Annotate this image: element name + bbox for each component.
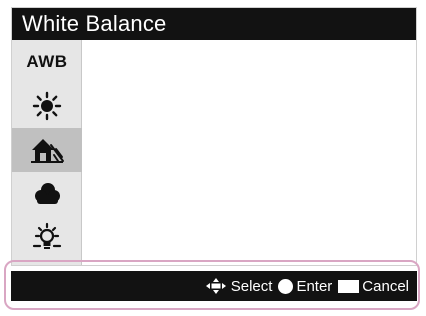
menu-item-shade[interactable] xyxy=(12,128,82,172)
header-bar: White Balance xyxy=(12,8,416,40)
menu-item-cloudy[interactable] xyxy=(12,172,82,216)
four-way-arrow-icon xyxy=(205,278,226,294)
shade-house-icon xyxy=(31,139,64,163)
select-hint-label: Select xyxy=(230,277,273,295)
awb-label: AWB xyxy=(26,52,68,71)
incandescent-bulb-icon xyxy=(32,222,62,249)
menu-item-incandescent[interactable] xyxy=(12,216,82,260)
cloudy-icon xyxy=(35,183,60,204)
daylight-sun-icon xyxy=(32,91,62,121)
cancel-hint-label: Cancel xyxy=(362,277,409,295)
camera-menu-screen: White Balance AWB xyxy=(11,7,417,266)
footer-bar: Select Enter Cancel xyxy=(11,271,417,301)
enter-button-icon xyxy=(278,278,294,294)
white-balance-menu: AWB xyxy=(12,40,82,265)
cancel-button-icon xyxy=(338,279,360,293)
menu-item-awb[interactable]: AWB xyxy=(12,40,82,84)
menu-item-daylight[interactable] xyxy=(12,84,82,128)
page-title: White Balance xyxy=(22,11,167,36)
enter-hint-label: Enter xyxy=(296,277,333,295)
